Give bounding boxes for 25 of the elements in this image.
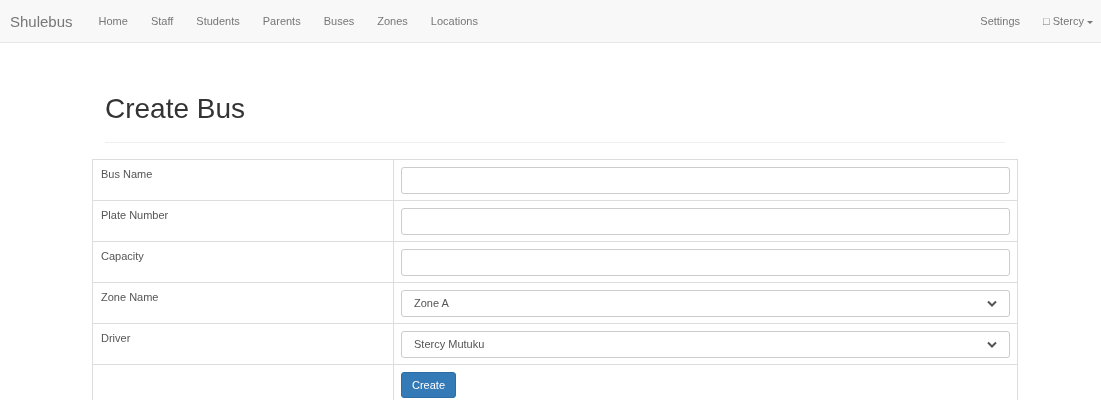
select-field[interactable]: Stercy Mutuku — [401, 330, 1010, 358]
select-field[interactable]: Zone A — [401, 289, 1010, 317]
create-button[interactable]: Create — [401, 372, 457, 398]
field-label: Bus Name — [92, 159, 394, 201]
text-field[interactable] — [401, 207, 1010, 235]
chevron-down-icon — [987, 340, 997, 348]
user-menu[interactable]: □ Stercy — [1043, 15, 1093, 27]
chevron-down-icon — [987, 299, 997, 307]
nav-link[interactable]: Buses — [323, 15, 355, 27]
field-label: Driver — [92, 323, 394, 365]
nav-link[interactable]: Locations — [430, 15, 478, 27]
text-field[interactable] — [401, 248, 1010, 276]
field-label: Capacity — [92, 241, 394, 283]
brand-link[interactable]: Shulebus — [10, 12, 73, 30]
nav-link[interactable]: Home — [98, 15, 128, 27]
field-label: Zone Name — [92, 282, 394, 324]
nav-link[interactable]: Staff — [150, 15, 174, 27]
nav-link[interactable]: Parents — [262, 15, 301, 27]
caret-icon — [1087, 20, 1093, 24]
settings-link[interactable]: Settings — [980, 15, 1021, 27]
text-field[interactable] — [401, 166, 1010, 194]
field-label: Plate Number — [92, 200, 394, 242]
nav-link[interactable]: Zones — [377, 15, 408, 27]
page-title: Create Bus — [105, 92, 247, 126]
nav-link[interactable]: Students — [196, 15, 240, 27]
